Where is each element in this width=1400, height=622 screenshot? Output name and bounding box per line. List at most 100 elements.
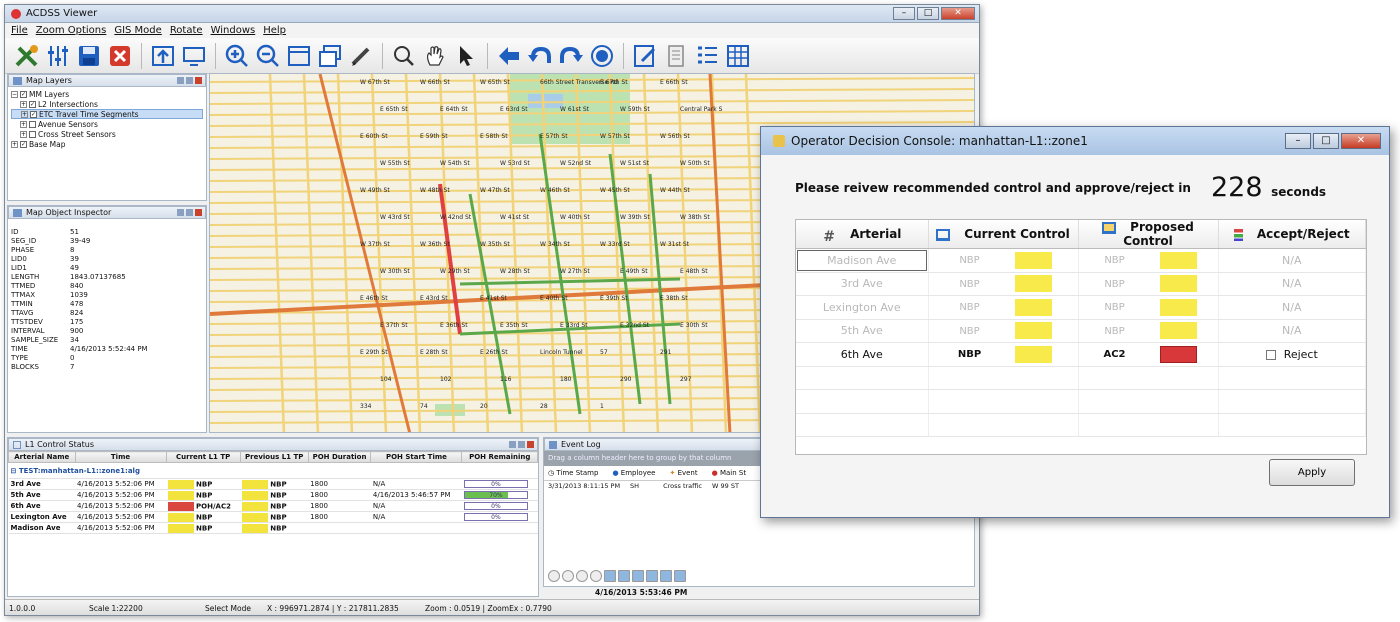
grid-icon[interactable]: [604, 570, 616, 582]
col-event[interactable]: ✦ Event: [669, 469, 697, 477]
accept-reject-cell[interactable]: Reject: [1218, 342, 1366, 367]
grid-edit-icon[interactable]: [646, 570, 658, 582]
expand-icon[interactable]: +: [21, 110, 28, 118]
decision-row[interactable]: Lexington Ave NBP NBP N/A: [796, 295, 1366, 320]
layer-checkbox[interactable]: [29, 130, 36, 138]
expand-icon[interactable]: +: [11, 140, 18, 148]
menu-windows[interactable]: Windows: [211, 25, 256, 36]
panel-close-icon[interactable]: [195, 77, 202, 84]
col-time-stamp[interactable]: ◷ Time Stamp: [548, 469, 598, 477]
pencil-icon[interactable]: [347, 42, 375, 70]
decision-row[interactable]: Madison Ave NBP NBP N/A: [796, 248, 1366, 273]
console-minimize-button[interactable]: –: [1285, 133, 1311, 149]
first-page-icon[interactable]: [548, 570, 560, 582]
col-current-l1-tp[interactable]: Current L1 TP: [165, 451, 241, 463]
monitor-icon[interactable]: [180, 42, 208, 70]
col-employee[interactable]: ● Employee: [612, 469, 655, 477]
collapse-icon[interactable]: −: [11, 90, 18, 98]
table-row[interactable]: Lexington Ave 4/16/2013 5:52:06 PM NBP NBP 1…: [8, 511, 538, 523]
table-icon[interactable]: [724, 42, 752, 70]
prev-page-icon[interactable]: [562, 570, 574, 582]
arterial-cell[interactable]: 3rd Ave: [796, 272, 929, 296]
menu-file[interactable]: File: [11, 25, 28, 36]
window-icon[interactable]: [285, 42, 313, 70]
arterial-cell[interactable]: 6th Ave: [796, 342, 929, 367]
last-page-icon[interactable]: [590, 570, 602, 582]
windows-icon[interactable]: [316, 42, 344, 70]
arterial-cell[interactable]: Lexington Ave: [796, 295, 929, 320]
group-row[interactable]: ⊟ TEST:manhattan-L1::zone1:alg: [8, 462, 538, 479]
layer-checkbox[interactable]: ✓: [30, 110, 37, 118]
next-page-icon[interactable]: [576, 570, 588, 582]
col-poh-duration[interactable]: POH Duration: [307, 451, 372, 463]
table-row[interactable]: 6th Ave 4/16/2013 5:52:06 PM POH/AC2 NBP 180…: [8, 500, 538, 512]
menu-help[interactable]: Help: [263, 25, 286, 36]
panel-close-icon[interactable]: [527, 441, 534, 448]
sliders-icon[interactable]: [44, 42, 72, 70]
col-previous-l1-tp[interactable]: Previous L1 TP: [239, 451, 309, 463]
col-time[interactable]: Time: [74, 451, 167, 463]
layer-mm-layers[interactable]: − ✓ MM Layers: [11, 89, 203, 99]
zoom-out-icon[interactable]: [254, 42, 282, 70]
decision-row[interactable]: 6th Ave NBP AC2 Reject: [796, 342, 1366, 367]
close-button[interactable]: ✕: [941, 7, 975, 20]
close-red-icon[interactable]: [106, 42, 134, 70]
undo-icon[interactable]: [526, 42, 554, 70]
filter-icon[interactable]: [674, 570, 686, 582]
arterial-cell[interactable]: Madison Ave: [796, 248, 929, 273]
maximize-button[interactable]: □: [917, 7, 939, 20]
menu-zoom-options[interactable]: Zoom Options: [36, 25, 107, 36]
hand-icon[interactable]: [421, 42, 449, 70]
grid-save-icon[interactable]: [660, 570, 672, 582]
layer-cross-street-sensors[interactable]: + Cross Street Sensors: [11, 129, 203, 139]
minimize-button[interactable]: –: [893, 7, 915, 20]
col-accept-reject[interactable]: Accept/Reject: [1218, 220, 1366, 249]
reject-checkbox[interactable]: [1265, 349, 1276, 360]
record-icon[interactable]: [588, 42, 616, 70]
table-row[interactable]: Madison Ave 4/16/2013 5:52:06 PM NBP NBP: [8, 522, 538, 534]
float-icon[interactable]: [177, 77, 184, 84]
col-proposed-control[interactable]: Proposed Control: [1078, 220, 1219, 249]
decision-row[interactable]: 5th Ave NBP NBP N/A: [796, 319, 1366, 343]
zoom-in-icon[interactable]: [223, 42, 251, 70]
layer-checkbox[interactable]: ✓: [29, 100, 36, 108]
col-arterial-name[interactable]: Arterial Name: [8, 451, 76, 463]
tools-icon[interactable]: [13, 42, 41, 70]
layer-base-map[interactable]: + ✓ Base Map: [11, 139, 203, 149]
expand-icon[interactable]: +: [20, 130, 27, 138]
upload-icon[interactable]: [149, 42, 177, 70]
col-current-control[interactable]: Current Control: [928, 220, 1079, 249]
table-row[interactable]: 5th Ave 4/16/2013 5:52:06 PM NBP NBP 1800 4/1…: [8, 489, 538, 501]
panel-close-icon[interactable]: [195, 209, 202, 216]
arrow-left-icon[interactable]: [495, 42, 523, 70]
layer-checkbox[interactable]: ✓: [20, 90, 27, 98]
document-icon[interactable]: [662, 42, 690, 70]
menu-rotate[interactable]: Rotate: [170, 25, 203, 36]
table-row[interactable]: 3rd Ave 4/16/2013 5:52:06 PM NBP NBP 1800 N/A…: [8, 478, 538, 490]
edit-icon[interactable]: [631, 42, 659, 70]
float-icon[interactable]: [177, 209, 184, 216]
decision-row[interactable]: 3rd Ave NBP NBP N/A: [796, 272, 1366, 296]
col-poh-start-time[interactable]: POH Start Time: [370, 451, 463, 463]
search-icon[interactable]: [390, 42, 418, 70]
pointer-icon[interactable]: [452, 42, 480, 70]
layer-l2-intersections[interactable]: + ✓ L2 Intersections: [11, 99, 203, 109]
arterial-cell[interactable]: 5th Ave: [796, 319, 929, 343]
layer-checkbox[interactable]: ✓: [20, 140, 27, 148]
menu-gis-mode[interactable]: GIS Mode: [114, 25, 161, 36]
float-icon[interactable]: [509, 441, 516, 448]
col-poh-remaining[interactable]: POH Remaining: [461, 451, 538, 463]
save-icon[interactable]: [75, 42, 103, 70]
apply-button[interactable]: Apply: [1269, 459, 1355, 486]
grid-add-icon[interactable]: [618, 570, 630, 582]
console-maximize-button[interactable]: □: [1313, 133, 1339, 149]
console-close-button[interactable]: ✕: [1341, 133, 1381, 149]
layer-avenue-sensors[interactable]: + Avenue Sensors: [11, 119, 203, 129]
list-icon[interactable]: [693, 42, 721, 70]
pin-icon[interactable]: [186, 209, 193, 216]
expand-icon[interactable]: +: [20, 120, 27, 128]
pin-icon[interactable]: [518, 441, 525, 448]
col-main-st[interactable]: ● Main St: [712, 469, 746, 477]
grid-delete-icon[interactable]: [632, 570, 644, 582]
expand-icon[interactable]: +: [20, 100, 27, 108]
